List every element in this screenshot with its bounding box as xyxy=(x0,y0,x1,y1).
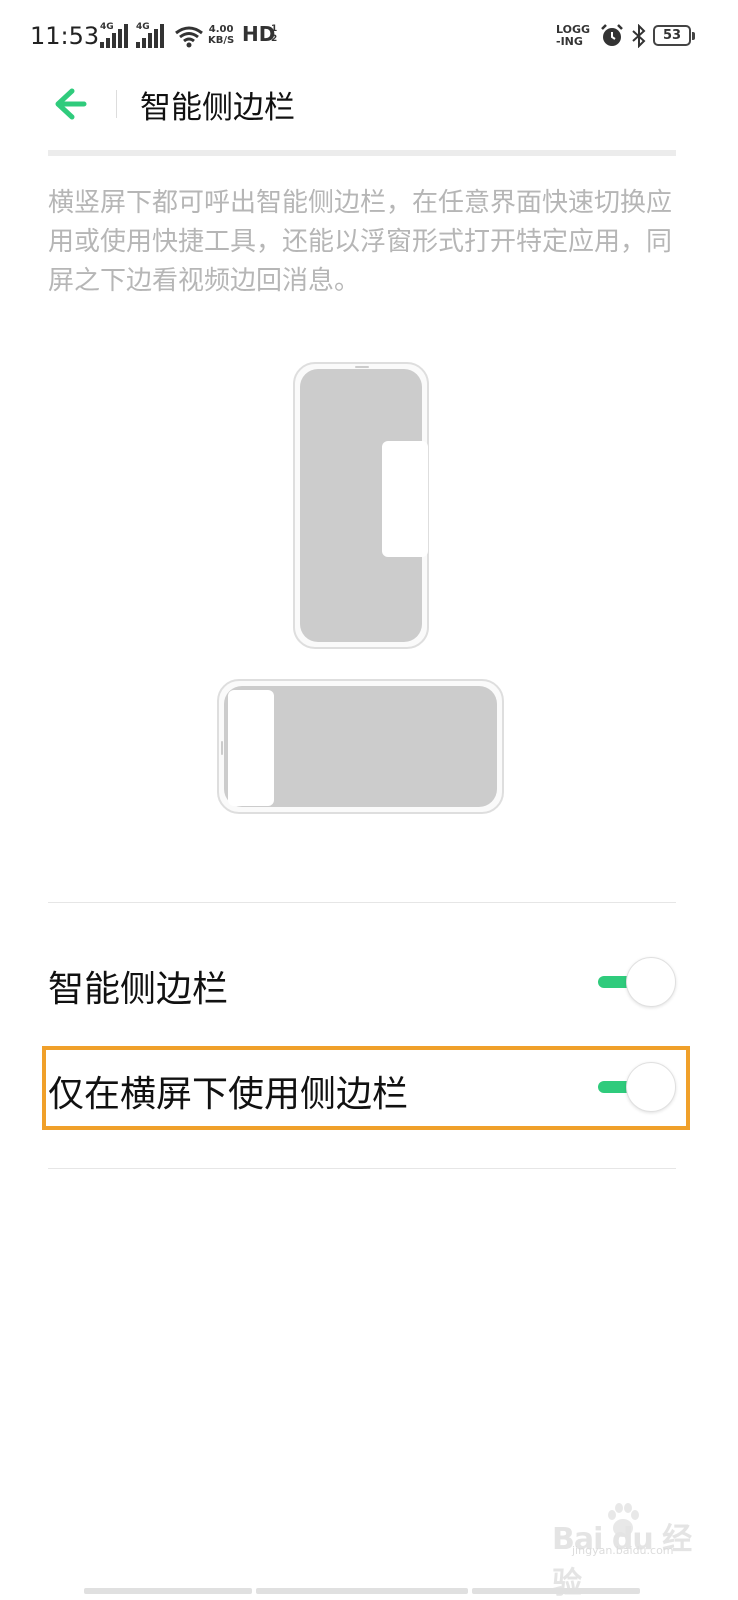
setting-row-landscape-only[interactable]: 仅在横屏下使用侧边栏 xyxy=(48,1047,676,1131)
feature-description: 横竖屏下都可呼出智能侧边栏，在任意界面快速切换应用或使用快捷工具，还能以浮窗形式… xyxy=(48,188,673,296)
smart-sidebar-toggle[interactable] xyxy=(596,957,676,1007)
signal-icon-sim2: 4G xyxy=(136,22,166,48)
status-bar: 11:53 4G 4G 4.00 KB/S HD 1 2 LOGG -ING 5… xyxy=(0,0,738,74)
nav-segment xyxy=(472,1588,640,1594)
setting-label: 智能侧边栏 xyxy=(48,969,229,1010)
hd-sim-1: 1 xyxy=(271,24,278,34)
page-header: 智能侧边栏 xyxy=(0,74,738,154)
network-speed: 4.00 KB/S xyxy=(208,24,234,46)
alarm-icon xyxy=(601,24,623,46)
navigation-bar xyxy=(84,1588,640,1594)
nav-segment xyxy=(256,1588,468,1594)
toggle-knob xyxy=(626,957,676,1007)
page-title: 智能侧边栏 xyxy=(140,90,295,126)
wifi-icon xyxy=(175,26,203,48)
setting-label: 仅在横屏下使用侧边栏 xyxy=(48,1074,409,1115)
network-type-label: 4G xyxy=(100,22,114,32)
speed-unit: KB/S xyxy=(208,35,235,46)
back-arrow-icon[interactable] xyxy=(46,80,94,128)
baidu-watermark: Bai du 经验 jingyan.baidu.com xyxy=(552,1500,692,1600)
section-divider xyxy=(48,1168,676,1169)
nav-segment xyxy=(84,1588,252,1594)
watermark-url: jingyan.baidu.com xyxy=(572,1544,674,1557)
hd-sim-2: 2 xyxy=(271,34,278,44)
speed-value: 4.00 xyxy=(208,24,234,35)
phone-notch xyxy=(355,366,369,368)
landscape-phone-illustration xyxy=(217,679,504,814)
setting-row-smart-sidebar[interactable]: 智能侧边栏 xyxy=(48,942,676,1026)
signal-icon-sim1: 4G xyxy=(100,22,130,48)
portrait-phone-illustration xyxy=(293,362,429,649)
logging-line-2: -ING xyxy=(556,35,583,48)
phone-notch xyxy=(221,741,223,755)
phone-screen xyxy=(300,369,428,642)
battery-icon: 53 xyxy=(653,25,695,46)
bluetooth-icon xyxy=(632,24,646,48)
landscape-only-toggle[interactable] xyxy=(596,1062,676,1112)
section-divider xyxy=(48,902,676,903)
header-divider-line xyxy=(48,150,676,156)
network-type-label: 4G xyxy=(136,22,150,32)
sidebar-preview xyxy=(382,441,428,557)
header-divider xyxy=(116,90,117,118)
settings-page: 11:53 4G 4G 4.00 KB/S HD 1 2 LOGG -ING 5… xyxy=(0,0,738,1600)
phone-screen xyxy=(224,686,497,807)
logging-indicator: LOGG -ING xyxy=(556,24,590,48)
sidebar-preview xyxy=(228,690,274,806)
toggle-knob xyxy=(626,1062,676,1112)
hd-sim-indicator: 1 2 xyxy=(271,24,277,44)
status-time: 11:53 xyxy=(30,22,100,50)
